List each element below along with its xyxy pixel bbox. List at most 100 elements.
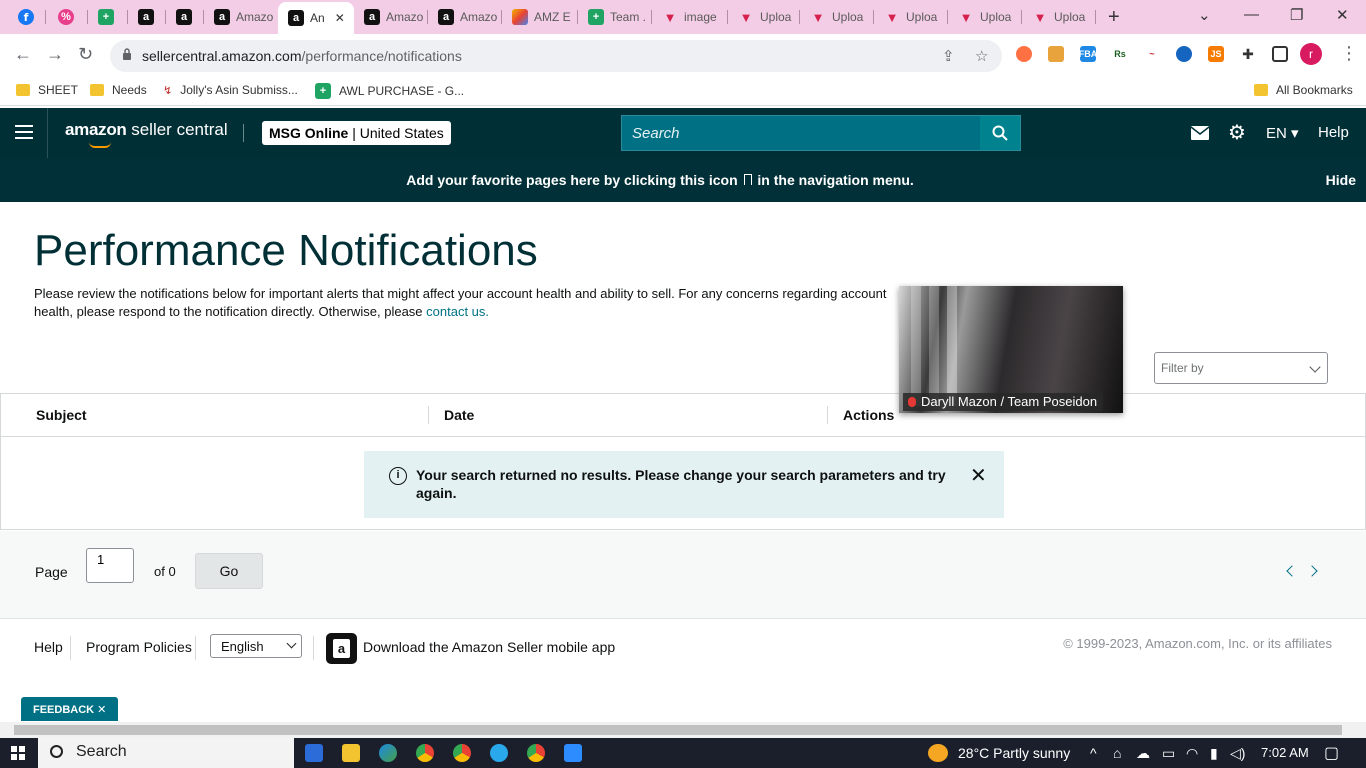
- all-bookmarks[interactable]: All Bookmarks: [1254, 83, 1353, 97]
- zoom-icon[interactable]: [564, 744, 582, 762]
- extension-js-icon[interactable]: JS: [1208, 46, 1224, 62]
- feedback-button[interactable]: FEEDBACK ✕: [21, 697, 119, 721]
- extension-firefox-icon[interactable]: [1016, 46, 1032, 62]
- settings-gear-icon[interactable]: ⚙: [1228, 120, 1246, 145]
- file-explorer-icon[interactable]: [342, 744, 360, 762]
- tab-amz-e[interactable]: AMZ E: [502, 4, 578, 30]
- bookmark-jolly[interactable]: ↯ Jolly's Asin Submiss...: [163, 83, 298, 97]
- new-tab-icon[interactable]: +: [1108, 6, 1120, 29]
- tab-upload-5[interactable]: ▼ Uploa: [1022, 4, 1096, 30]
- chrome-icon[interactable]: [416, 744, 434, 762]
- bookmark-needs[interactable]: Needs: [90, 83, 147, 97]
- footer-help-link[interactable]: Help: [34, 639, 63, 655]
- mail-icon[interactable]: [1191, 126, 1209, 140]
- page-total: of 0: [154, 564, 176, 579]
- amazon-icon: a: [214, 9, 230, 25]
- extension-rs-icon[interactable]: Rs: [1112, 46, 1128, 62]
- contact-us-link[interactable]: contact us.: [426, 304, 489, 319]
- search-input[interactable]: [622, 116, 982, 150]
- horizontal-scrollbar[interactable]: [0, 722, 1366, 738]
- tab-facebook[interactable]: f: [8, 4, 46, 30]
- telegram-icon[interactable]: [490, 744, 508, 762]
- tab-amazon-2[interactable]: a: [166, 4, 204, 30]
- store-selector[interactable]: MSG Online | United States: [262, 121, 451, 145]
- amazon-app-icon[interactable]: a: [326, 633, 357, 664]
- close-alert-icon[interactable]: ✕: [970, 463, 987, 488]
- extension-red-icon[interactable]: ~: [1144, 46, 1160, 62]
- share-icon[interactable]: ⇪: [942, 47, 955, 65]
- chevron-down-icon: [1309, 361, 1321, 373]
- tray-volume-icon[interactable]: ◁): [1230, 745, 1245, 762]
- tray-network-icon[interactable]: ⌂: [1113, 745, 1121, 761]
- chrome-profile-icon[interactable]: [453, 744, 471, 762]
- tab-upload-1[interactable]: ▼ Uploa: [728, 4, 800, 30]
- back-icon[interactable]: ←: [14, 44, 32, 65]
- tab-amazon-5[interactable]: a Amazo: [428, 4, 502, 30]
- restore-icon[interactable]: ❐: [1290, 6, 1303, 24]
- address-bar[interactable]: sellercentral.amazon.com/performance/not…: [110, 40, 1002, 72]
- tray-wifi-icon[interactable]: ◠: [1186, 745, 1198, 762]
- language-selector[interactable]: EN ▾: [1266, 124, 1299, 142]
- extension-fba-icon[interactable]: FBA: [1079, 46, 1097, 62]
- profile-avatar[interactable]: r: [1300, 43, 1322, 65]
- extension-blue-icon[interactable]: [1176, 46, 1192, 62]
- weather-text[interactable]: 28°C Partly sunny: [958, 745, 1070, 761]
- tab-amazon-3[interactable]: a Amazo: [204, 4, 278, 30]
- folder-icon: [1254, 84, 1268, 96]
- windows-taskbar: Search 28°C Partly sunny ^ ⌂ ☁ ▭ ◠ ▮ ◁) …: [0, 738, 1366, 768]
- tray-mic-icon[interactable]: ▮: [1210, 745, 1218, 762]
- tab-amazon-4[interactable]: a Amazo: [354, 4, 428, 30]
- seller-central-logo[interactable]: amazon seller central: [65, 120, 228, 148]
- close-window-icon[interactable]: ✕: [1336, 6, 1349, 24]
- footer-language-select[interactable]: English: [210, 634, 302, 658]
- tab-team[interactable]: + Team .: [578, 4, 652, 30]
- filter-dropdown[interactable]: Filter by: [1154, 352, 1328, 384]
- program-policies-link[interactable]: Program Policies: [86, 639, 192, 655]
- extensions-puzzle-icon[interactable]: ✚: [1240, 46, 1256, 62]
- menu-icon[interactable]: [15, 125, 33, 141]
- reload-icon[interactable]: ↻: [78, 44, 93, 65]
- go-button[interactable]: Go: [195, 553, 263, 589]
- upload-triangle-icon: ▼: [959, 9, 973, 25]
- tray-chevron-icon[interactable]: ^: [1090, 745, 1097, 761]
- minimize-icon[interactable]: —: [1244, 6, 1259, 23]
- side-panel-icon[interactable]: [1272, 46, 1288, 62]
- hide-banner-link[interactable]: Hide: [1326, 172, 1356, 188]
- tab-upload-2[interactable]: ▼ Uploa: [800, 4, 874, 30]
- tab-amazon-active[interactable]: a An ✕: [278, 2, 354, 34]
- tab-upload-4[interactable]: ▼ Uploa: [948, 4, 1022, 30]
- no-results-alert: i Your search returned no results. Pleas…: [364, 451, 1004, 518]
- tab-image[interactable]: ▼ image: [652, 4, 728, 30]
- tab-search-icon[interactable]: ⌄: [1198, 6, 1211, 24]
- clock[interactable]: 7:02 AM: [1261, 745, 1309, 760]
- tab-sheets[interactable]: +: [88, 4, 128, 30]
- page-number-input[interactable]: [86, 548, 134, 583]
- bookmark-awl[interactable]: + AWL PURCHASE - G...: [315, 83, 464, 99]
- bookmark-star-icon[interactable]: ☆: [975, 47, 988, 65]
- header-search: [621, 115, 1021, 151]
- store-app-icon[interactable]: [305, 744, 323, 762]
- notifications-icon[interactable]: ▢: [1324, 743, 1339, 763]
- tray-cloud-icon[interactable]: ☁: [1136, 745, 1150, 762]
- browser-menu-icon[interactable]: ⋮: [1340, 43, 1358, 64]
- close-tab-icon[interactable]: ✕: [335, 11, 345, 25]
- tray-battery-icon[interactable]: ▭: [1162, 745, 1175, 762]
- tab-percent[interactable]: %: [48, 4, 88, 30]
- windows-start-icon[interactable]: [11, 746, 25, 760]
- search-button[interactable]: [980, 116, 1020, 150]
- bookmark-sheet[interactable]: SHEET: [16, 83, 78, 97]
- extension-honey-icon[interactable]: [1048, 46, 1064, 62]
- previous-page-icon[interactable]: [1286, 565, 1298, 577]
- help-link[interactable]: Help: [1318, 124, 1349, 141]
- next-page-icon[interactable]: [1306, 565, 1318, 577]
- tab-amazon-1[interactable]: a: [128, 4, 166, 30]
- column-subject[interactable]: Subject: [36, 407, 87, 423]
- tab-upload-3[interactable]: ▼ Uploa: [874, 4, 948, 30]
- forward-icon[interactable]: →: [46, 44, 64, 65]
- column-date[interactable]: Date: [444, 407, 474, 423]
- video-call-overlay[interactable]: Daryll Mazon / Team Poseidon: [899, 286, 1123, 413]
- chrome-active-icon[interactable]: [527, 744, 545, 762]
- taskbar-search[interactable]: Search: [38, 738, 294, 768]
- edge-icon[interactable]: [379, 744, 397, 762]
- download-app-link[interactable]: Download the Amazon Seller mobile app: [363, 639, 615, 655]
